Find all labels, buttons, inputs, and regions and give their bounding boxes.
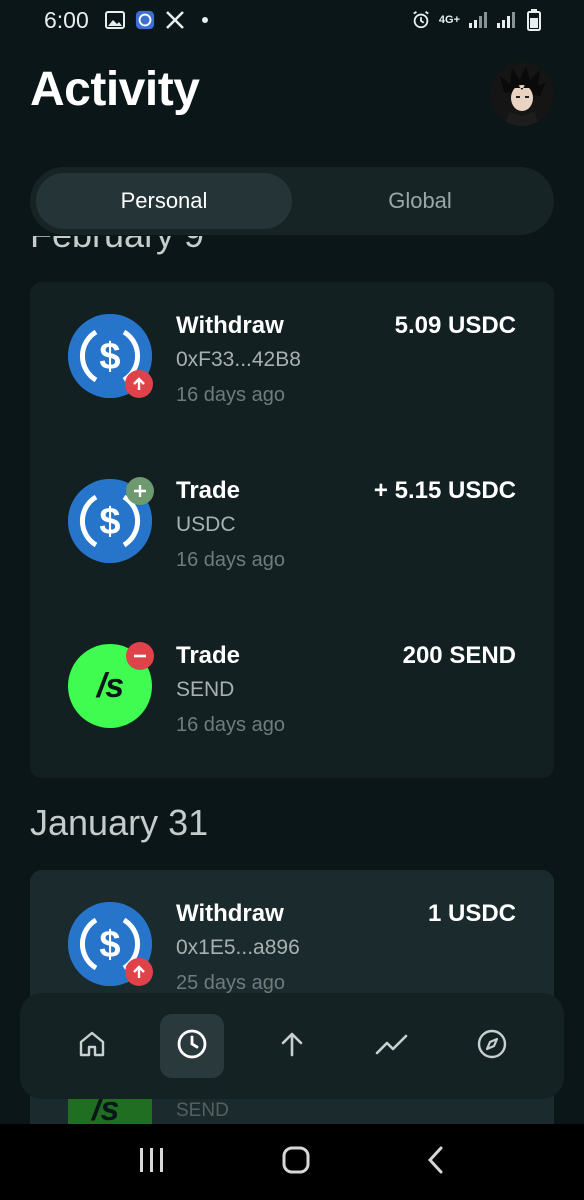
item-subtitle: SEND: [176, 678, 235, 701]
app-notification-icon: [135, 10, 155, 30]
network-type: 4G+: [438, 14, 460, 26]
item-subtitle-peek: SEND: [176, 1100, 229, 1121]
item-time: 16 days ago: [176, 714, 285, 736]
dot-icon: [195, 10, 215, 30]
home-icon: [77, 1029, 107, 1064]
item-time: 25 days ago: [176, 972, 285, 994]
outgoing-arrow-icon: [125, 958, 153, 986]
signal-icon: [468, 10, 488, 30]
system-nav-bar: [0, 1124, 584, 1200]
signal-icon-2: [496, 10, 516, 30]
item-title: Withdraw: [176, 312, 284, 339]
item-amount: 5.09 USDC: [394, 312, 516, 339]
activity-item[interactable]: $ Trade USDC 16 days ago + 5.15 USDC: [30, 477, 554, 619]
x-icon: [165, 10, 185, 30]
activity-group-card: $ Withdraw 0xF33...42B8 16 days ago 5.09…: [30, 282, 554, 778]
explore-compass-icon: [476, 1028, 508, 1065]
home-button[interactable]: [281, 1145, 311, 1180]
item-subtitle: USDC: [176, 513, 236, 536]
item-subtitle: 0xF33...42B8: [176, 348, 301, 371]
item-title: Withdraw: [176, 900, 284, 927]
tab-global[interactable]: Global: [292, 173, 548, 229]
activity-item[interactable]: /s Trade SEND 16 days ago 200 SEND: [30, 642, 554, 784]
send-arrow-up-icon: [277, 1029, 307, 1064]
avatar[interactable]: [490, 62, 554, 126]
date-header: February 9: [30, 236, 204, 256]
back-button[interactable]: [425, 1145, 447, 1180]
item-amount: 200 SEND: [402, 642, 516, 669]
activity-list[interactable]: February 9 $ Withdraw 0xF33...42B8 16 da…: [0, 236, 584, 1124]
svg-text:$: $: [99, 924, 120, 966]
item-amount: 1 USDC: [427, 900, 516, 927]
svg-text:$: $: [99, 501, 120, 543]
activity-item[interactable]: $ Withdraw 0xF33...42B8 16 days ago 5.09…: [30, 312, 554, 454]
date-header: January 31: [30, 802, 209, 843]
page-title: Activity: [30, 63, 200, 116]
item-amount: + 5.15 USDC: [373, 477, 516, 504]
nav-home[interactable]: [60, 1014, 124, 1078]
status-bar: 6:00 4G+: [0, 0, 584, 40]
minus-icon: [126, 642, 154, 670]
tab-personal[interactable]: Personal: [36, 173, 292, 229]
item-time: 16 days ago: [176, 384, 285, 406]
item-subtitle: 0x1E5...a896: [176, 936, 300, 959]
battery-icon: [524, 9, 544, 31]
gallery-icon: [104, 10, 125, 30]
send-coin-icon-peek: /s: [68, 1098, 152, 1124]
bottom-nav: [20, 993, 564, 1099]
status-time: 6:00: [44, 6, 89, 33]
item-time: 16 days ago: [176, 549, 285, 571]
alarm-icon: [411, 10, 431, 30]
send-coin-glyph-peek: /s: [92, 1098, 119, 1124]
item-title: Trade: [176, 642, 241, 669]
send-coin-glyph: /s: [96, 666, 124, 705]
recent-apps-button[interactable]: [137, 1146, 167, 1179]
item-title: Trade: [176, 477, 241, 504]
svg-text:$: $: [99, 336, 120, 378]
nav-activity[interactable]: [160, 1014, 224, 1078]
nav-explore[interactable]: [460, 1014, 524, 1078]
trade-chart-icon: [375, 1029, 409, 1064]
nav-trade[interactable]: [360, 1014, 424, 1078]
nav-send[interactable]: [260, 1014, 324, 1078]
activity-scope-tabs: Personal Global: [30, 167, 554, 235]
activity-clock-icon: [175, 1027, 209, 1066]
plus-icon: [126, 477, 154, 505]
outgoing-arrow-icon: [125, 370, 153, 398]
